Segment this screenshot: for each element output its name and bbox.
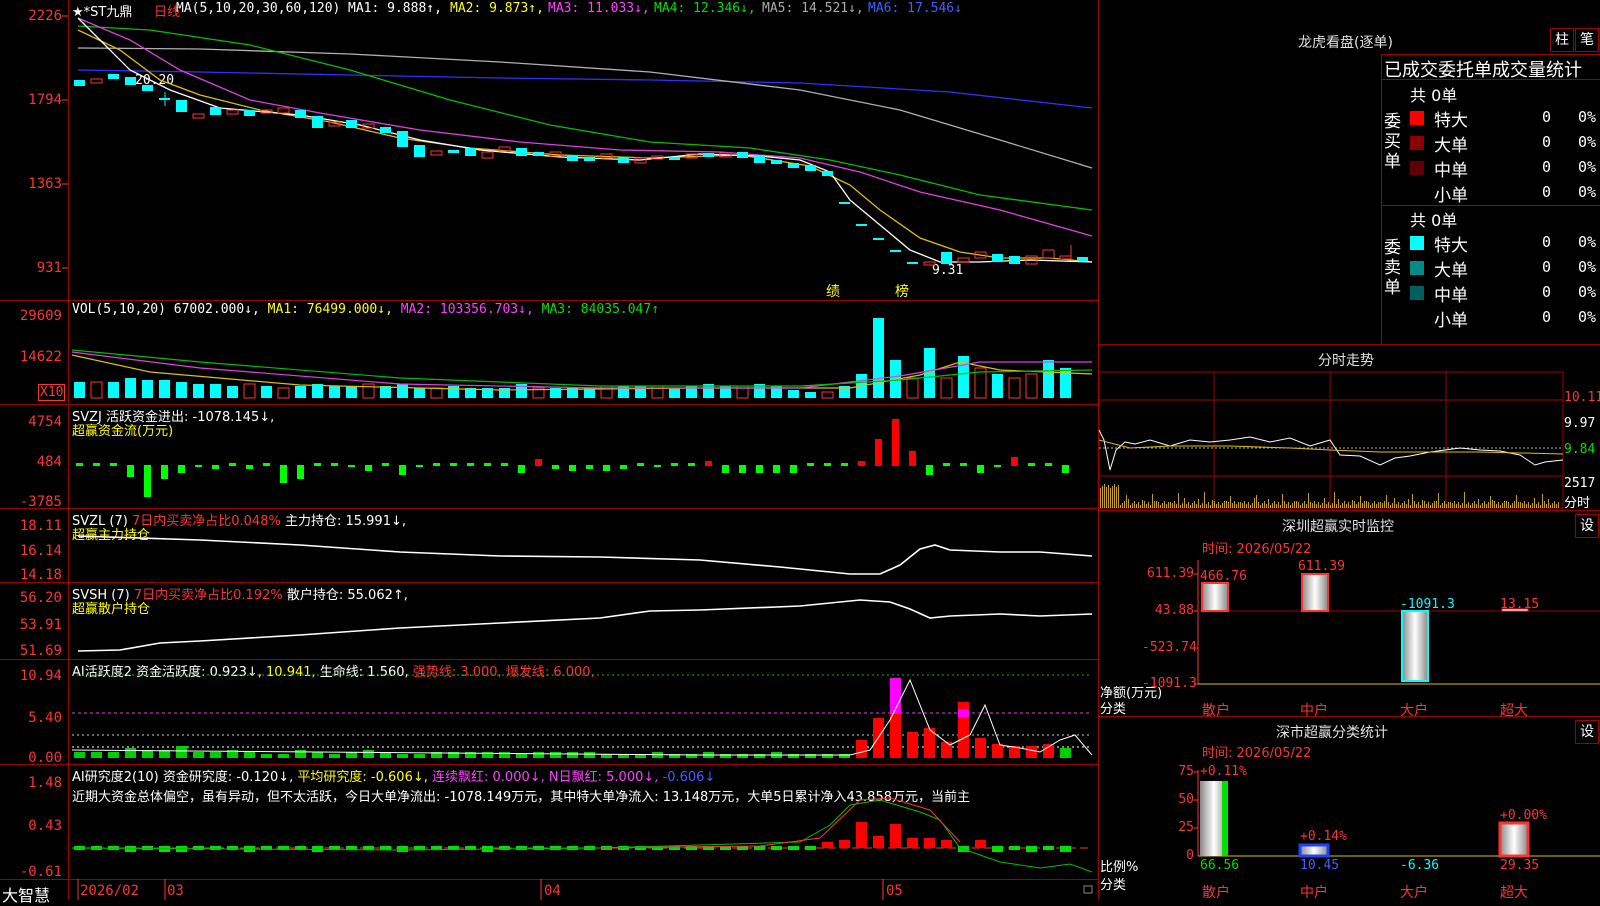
classify-chart[interactable]	[0, 0, 1600, 900]
